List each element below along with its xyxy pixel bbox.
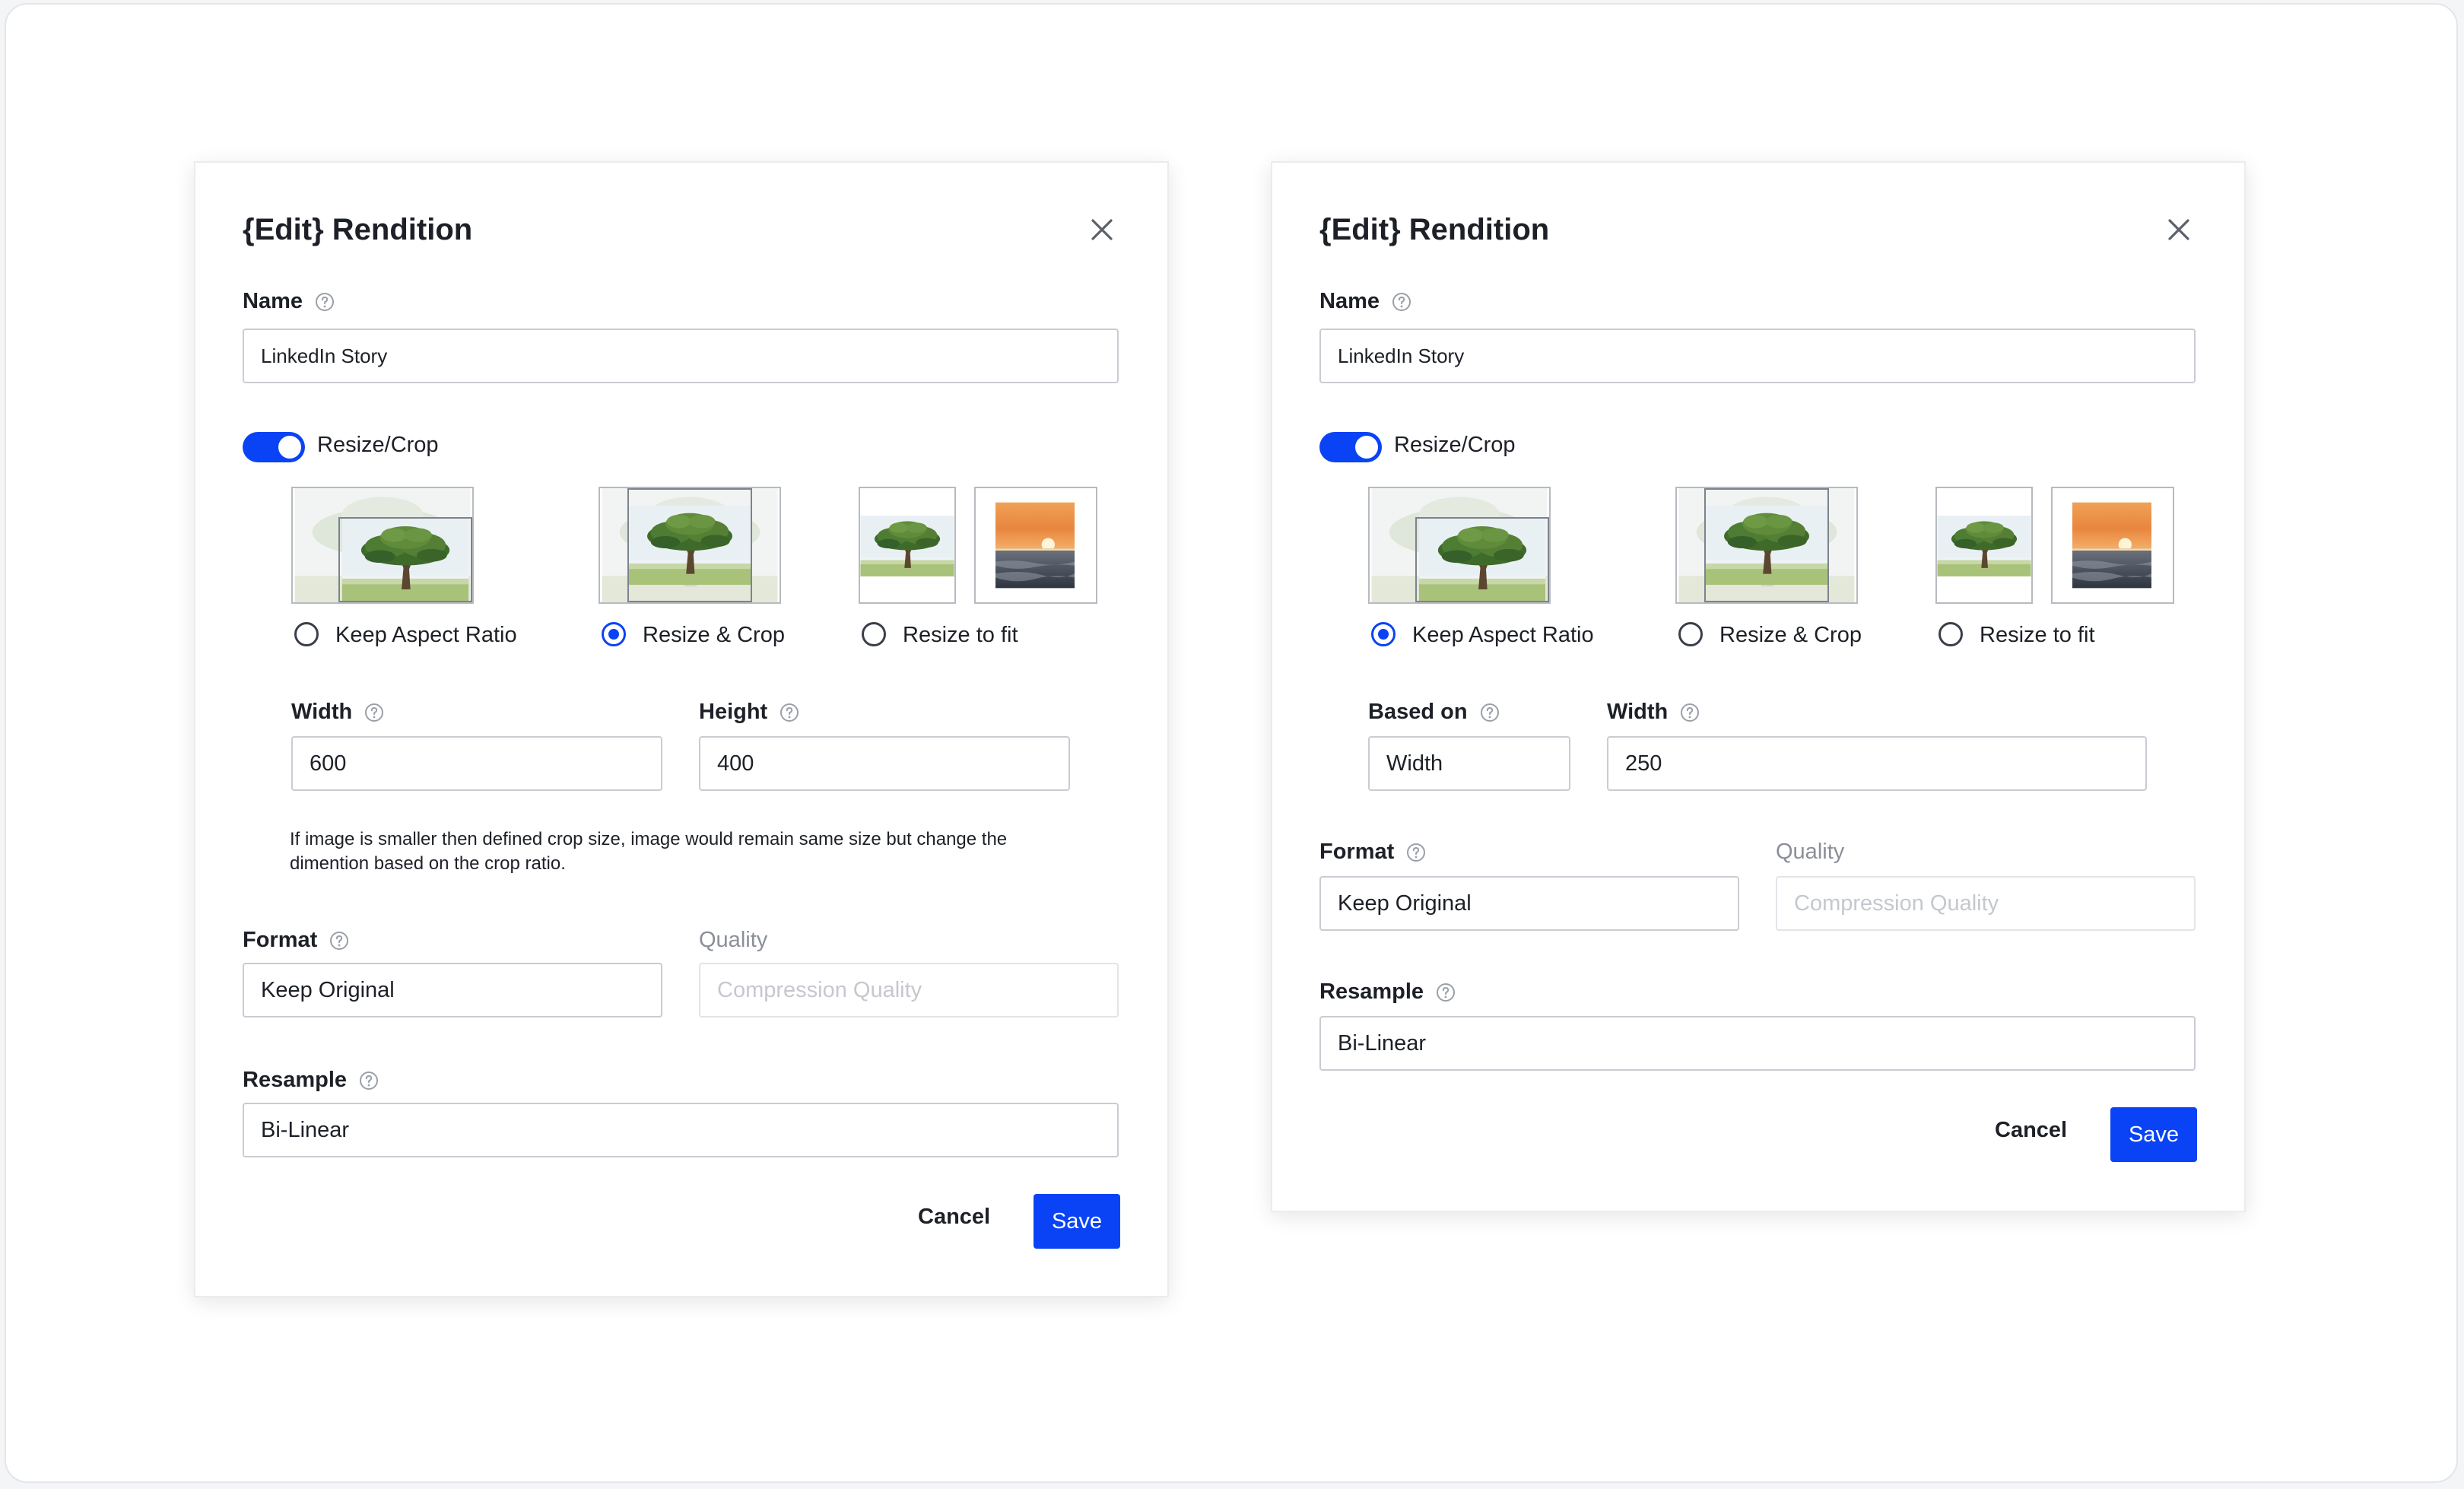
- quality-label: Quality: [1776, 840, 1845, 864]
- format-label-text: Format: [243, 928, 318, 952]
- resize-crop-thumbnail[interactable]: [1675, 487, 1858, 604]
- help-icon[interactable]: [1436, 983, 1456, 1002]
- name-label-text: Name: [243, 289, 303, 313]
- resize-to-fit-thumbnail-sunset[interactable]: [2051, 487, 2174, 604]
- dialog-title: {Edit} Rendition: [243, 213, 473, 246]
- close-icon[interactable]: [1087, 214, 1117, 245]
- toggle-knob: [278, 436, 301, 459]
- width-label: Width: [291, 700, 384, 725]
- sunset-image: [2072, 488, 2151, 602]
- quality-input[interactable]: Compression Quality: [699, 963, 1119, 1018]
- quality-label: Quality: [699, 928, 768, 952]
- name-label: Name: [1319, 289, 1411, 314]
- width-label-text: Width: [1607, 700, 1669, 724]
- resize-crop-label: Resize & Crop: [1719, 623, 1862, 647]
- help-icon[interactable]: [1392, 292, 1411, 312]
- keep-aspect-ratio-thumbnail[interactable]: [1368, 487, 1551, 604]
- resize-to-fit-thumbnail-sunset[interactable]: [974, 487, 1097, 604]
- width-input[interactable]: 600: [291, 736, 662, 791]
- name-label: Name: [243, 289, 335, 314]
- keep-aspect-ratio-thumbnail[interactable]: [291, 487, 474, 604]
- tree-image: [1704, 488, 1829, 602]
- keep-aspect-ratio-radio[interactable]: [1371, 622, 1396, 646]
- keep-aspect-ratio-label: Keep Aspect Ratio: [1412, 623, 1594, 647]
- help-icon[interactable]: [1480, 703, 1500, 722]
- help-icon[interactable]: [359, 1071, 379, 1091]
- based-on-label: Based on: [1368, 700, 1500, 725]
- resize-crop-toggle[interactable]: [1319, 432, 1382, 462]
- close-icon[interactable]: [2164, 214, 2194, 245]
- width-label: Width: [1607, 700, 1700, 725]
- tree-image: [338, 517, 472, 602]
- cancel-button[interactable]: Cancel: [1995, 1118, 2067, 1143]
- height-label: Height: [699, 700, 799, 725]
- height-label-text: Height: [699, 700, 768, 724]
- save-button[interactable]: Save: [1034, 1194, 1120, 1249]
- cancel-button[interactable]: Cancel: [918, 1205, 990, 1230]
- format-label-text: Format: [1319, 840, 1395, 864]
- help-icon[interactable]: [1406, 843, 1426, 862]
- help-icon[interactable]: [315, 292, 335, 312]
- help-icon[interactable]: [1680, 703, 1700, 722]
- width-label-text: Width: [291, 700, 353, 724]
- keep-aspect-ratio-label: Keep Aspect Ratio: [335, 623, 517, 647]
- format-select[interactable]: Keep Original: [243, 963, 662, 1018]
- help-icon[interactable]: [780, 703, 799, 722]
- keep-aspect-ratio-radio[interactable]: [294, 622, 319, 646]
- name-label-text: Name: [1319, 289, 1380, 313]
- tree-image: [1415, 517, 1549, 602]
- resize-to-fit-thumbnail-tree[interactable]: [859, 487, 956, 604]
- resize-to-fit-radio[interactable]: [862, 622, 886, 646]
- resize-to-fit-thumbnail-tree[interactable]: [1935, 487, 2033, 604]
- resample-select[interactable]: Bi-Linear: [1319, 1016, 2196, 1071]
- resize-crop-toggle-label: Resize/Crop: [1394, 433, 1516, 457]
- crop-size-note: If image is smaller then defined crop si…: [290, 829, 1008, 874]
- sunset-image: [995, 488, 1075, 602]
- resize-crop-thumbnail[interactable]: [599, 487, 781, 604]
- resample-label-text: Resample: [243, 1068, 348, 1092]
- tree-image: [627, 488, 752, 602]
- resize-crop-label: Resize & Crop: [643, 623, 785, 647]
- resize-to-fit-radio[interactable]: [1938, 622, 1963, 646]
- format-select[interactable]: Keep Original: [1319, 876, 1739, 931]
- resize-crop-radio[interactable]: [602, 622, 626, 646]
- resize-crop-toggle-label: Resize/Crop: [317, 433, 439, 457]
- format-label: Format: [243, 928, 349, 953]
- edit-rendition-dialog: {Edit} Rendition Name LinkedIn Story Res…: [1271, 161, 2246, 1212]
- toggle-knob: [1355, 436, 1378, 459]
- width-input[interactable]: 250: [1607, 736, 2147, 791]
- resize-to-fit-label: Resize to fit: [903, 623, 1018, 647]
- quality-input[interactable]: Compression Quality: [1776, 876, 2196, 931]
- resample-select[interactable]: Bi-Linear: [243, 1103, 1119, 1157]
- tree-image: [1937, 516, 2031, 576]
- resample-label: Resample: [243, 1068, 379, 1093]
- help-icon[interactable]: [364, 703, 384, 722]
- height-input[interactable]: 400: [699, 736, 1070, 791]
- resize-to-fit-label: Resize to fit: [1980, 623, 2095, 647]
- resize-crop-toggle[interactable]: [243, 432, 305, 462]
- name-input[interactable]: LinkedIn Story: [243, 329, 1119, 383]
- save-button[interactable]: Save: [2110, 1107, 2197, 1162]
- edit-rendition-dialog: {Edit} Rendition Name LinkedIn Story Res…: [194, 161, 1169, 1297]
- based-on-select[interactable]: Width: [1368, 736, 1570, 791]
- resample-label: Resample: [1319, 979, 1456, 1005]
- tree-image: [860, 516, 954, 576]
- resample-label-text: Resample: [1319, 979, 1424, 1004]
- help-icon[interactable]: [329, 931, 349, 951]
- resize-crop-radio[interactable]: [1678, 622, 1703, 646]
- based-on-label-text: Based on: [1368, 700, 1468, 724]
- name-input[interactable]: LinkedIn Story: [1319, 329, 2196, 383]
- dialog-title: {Edit} Rendition: [1319, 213, 1550, 246]
- format-label: Format: [1319, 840, 1426, 865]
